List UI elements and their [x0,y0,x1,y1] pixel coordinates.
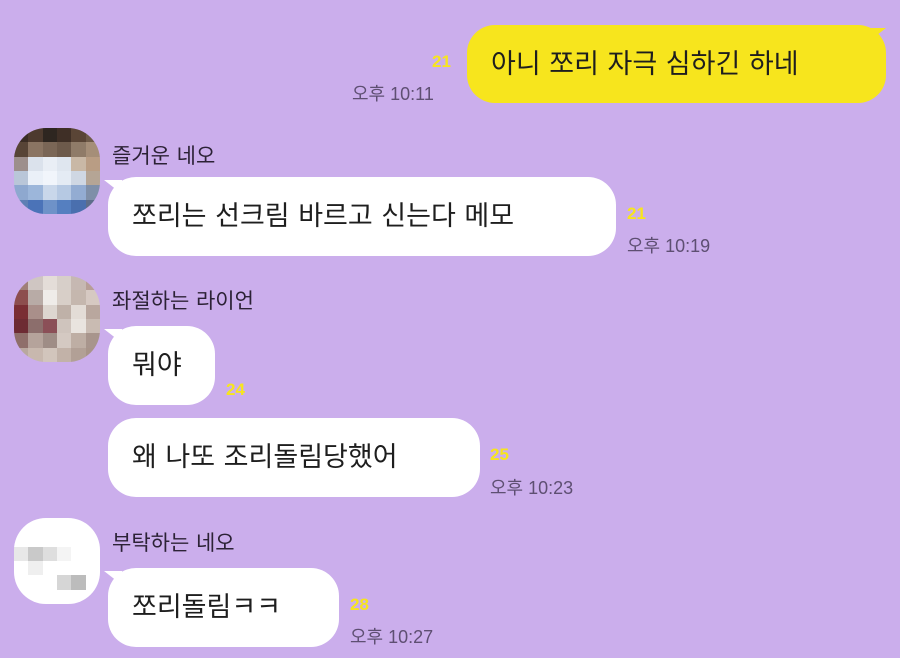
message-time: 오후 10:11 [352,84,434,104]
unread-count: 28 [350,595,369,614]
message-text: 뭐야 [132,350,182,381]
unread-count: 21 [627,204,646,223]
message-bubble[interactable]: 쪼리는 선크림 바르고 신는다 메모 [108,177,616,256]
sender-name: 부탁하는 네오 [112,531,235,555]
message-time: 오후 10:19 [627,236,711,256]
unread-count: 21 [432,52,451,71]
message-time: 오후 10:23 [490,478,574,498]
message-bubble[interactable]: 뭐야 [108,326,215,405]
unread-count: 24 [226,380,245,399]
message-text: 왜 나또 조리돌림당했어 [132,442,398,473]
unread-count: 25 [490,445,509,464]
message-text: 쪼리돌림ㅋㅋ [132,592,282,623]
message-time: 오후 10:27 [350,627,434,647]
avatar[interactable] [14,518,100,604]
sender-name: 즐거운 네오 [112,144,216,168]
avatar[interactable] [14,276,100,362]
sender-name: 좌절하는 라이언 [112,289,254,313]
bubble-tail [868,28,886,42]
message-bubble[interactable]: 쪼리돌림ㅋㅋ [108,568,339,647]
avatar[interactable] [14,128,100,214]
message-bubble-mine[interactable]: 아니 쪼리 자극 심하긴 하네 [467,25,886,103]
message-bubble[interactable]: 왜 나또 조리돌림당했어 [108,418,480,497]
message-text: 아니 쪼리 자극 심하긴 하네 [491,48,799,80]
message-text: 쪼리는 선크림 바르고 신는다 메모 [132,201,515,232]
